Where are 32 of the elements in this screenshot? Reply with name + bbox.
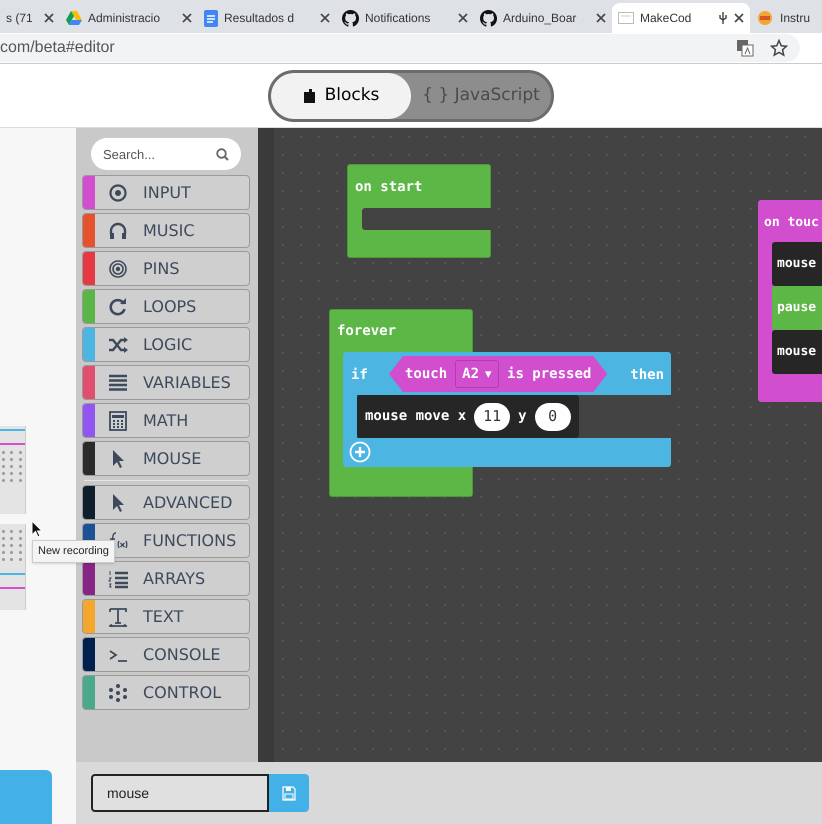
category-label: MUSIC (143, 220, 195, 242)
tab-title: Arduino_Boar (503, 10, 578, 27)
category-label: VARIABLES (143, 372, 231, 394)
category-label: LOGIC (143, 334, 192, 356)
category-label: CONTROL (143, 682, 222, 704)
block-label: mouse move x (365, 407, 466, 426)
block-label: then (630, 366, 664, 385)
block-label: if (351, 366, 368, 385)
category-label: ADVANCED (143, 492, 232, 514)
tooltip: New recording (32, 540, 115, 562)
category-label: INPUT (143, 182, 191, 204)
tab-title: Resultados d (224, 10, 296, 27)
category-label: TEXT (143, 606, 184, 628)
tab-title: Notifications (365, 10, 432, 27)
category-label: PINS (143, 258, 180, 280)
category-label: ARRAYS (143, 568, 206, 590)
category-label: CONSOLE (143, 644, 221, 666)
address-text: com/beta#editor (0, 38, 116, 58)
tab-title: MakeCod (640, 10, 692, 27)
block-label: on start (355, 178, 422, 197)
tab-title: Instru (780, 10, 812, 27)
category-label: MATH (143, 410, 188, 432)
block-label: on touc (764, 214, 819, 232)
block-label: touch (405, 364, 448, 384)
block-label: y (518, 407, 527, 426)
block-label: is pressed (507, 364, 592, 384)
category-label: FUNCTIONS (143, 530, 236, 552)
tab-title: s (71 (6, 10, 34, 27)
category-label: MOUSE (143, 448, 202, 470)
category-label: LOOPS (143, 296, 196, 318)
tab-title: Administracio (88, 10, 162, 27)
block-label: forever (337, 322, 396, 341)
